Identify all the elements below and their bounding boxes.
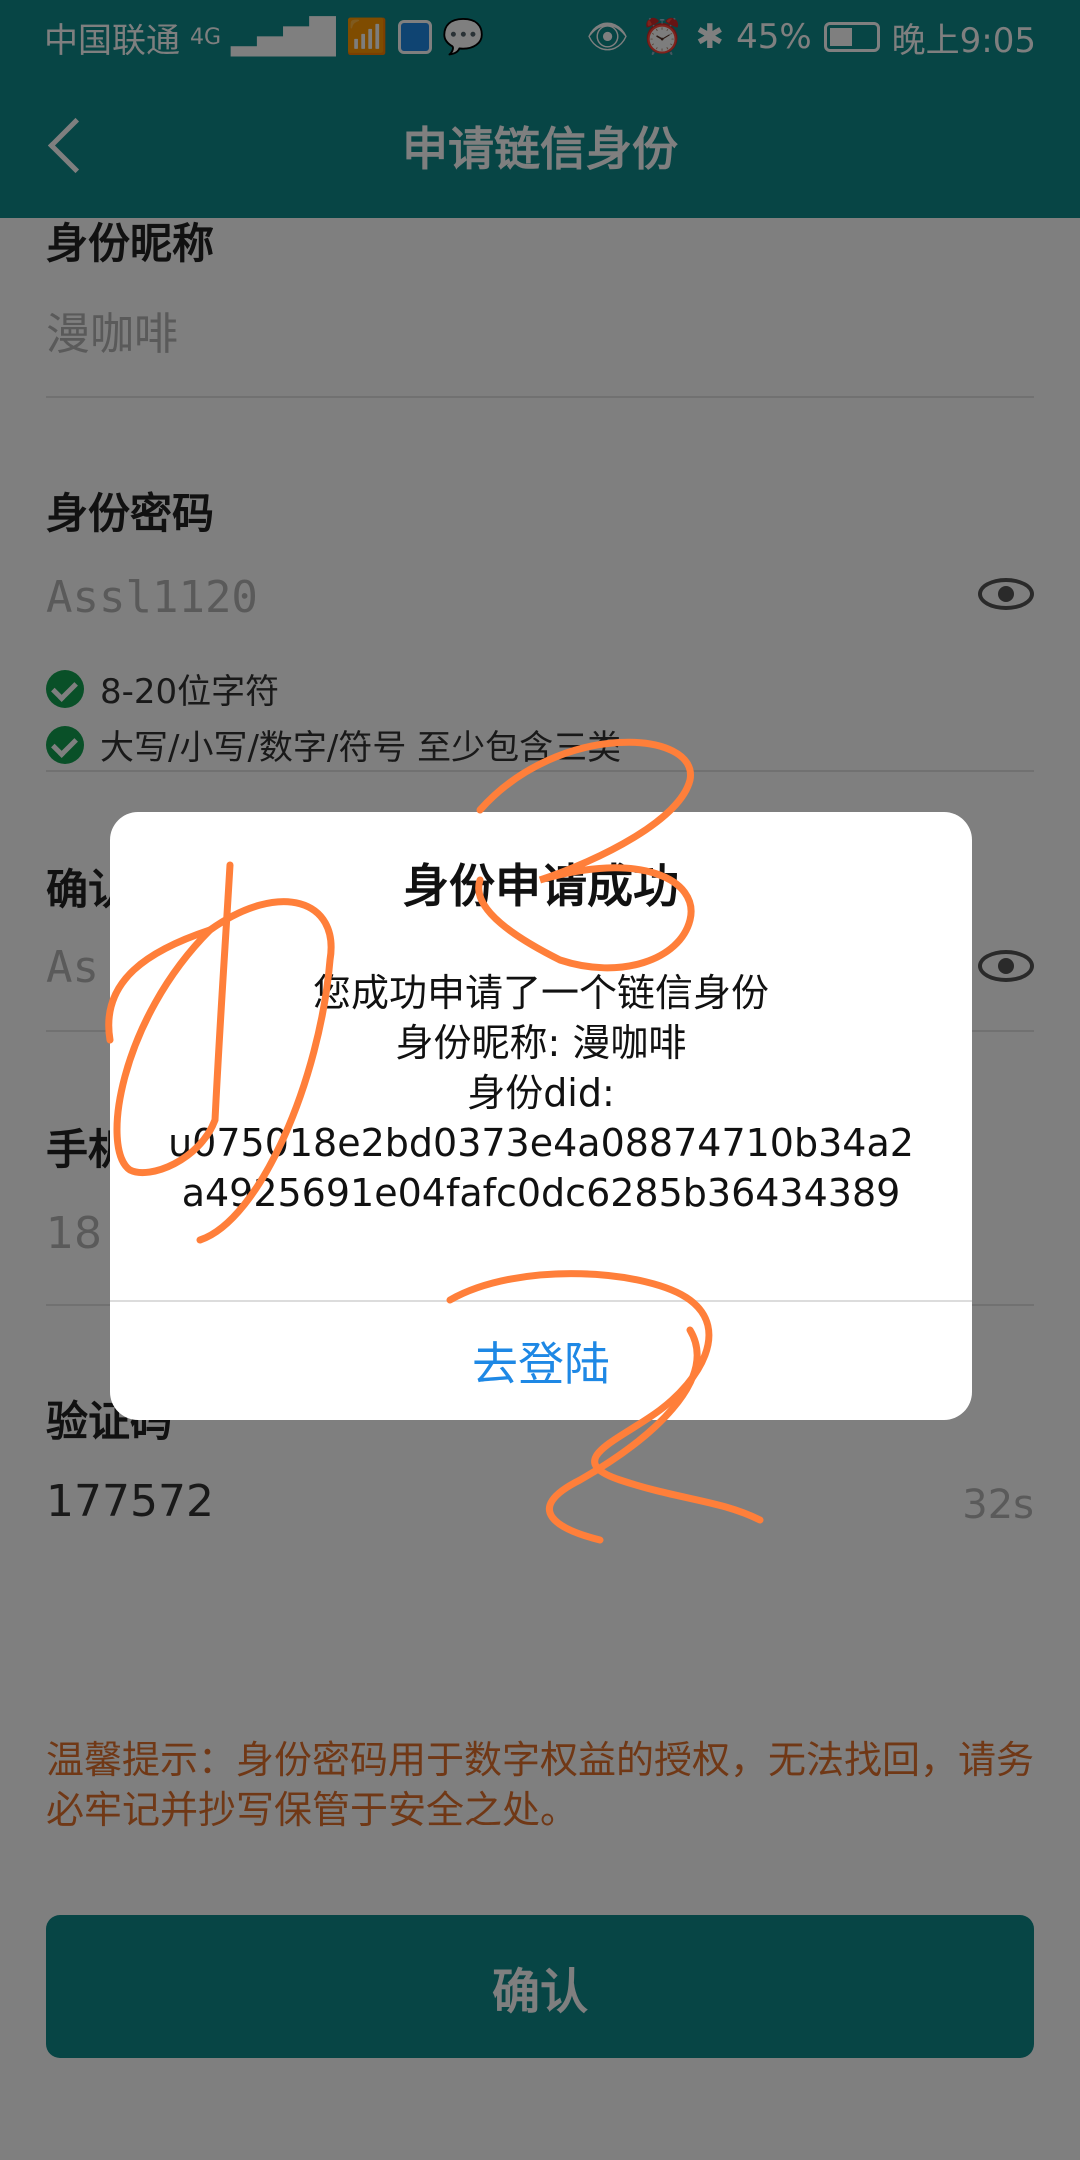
dialog-line: 身份did: <box>467 1071 615 1115</box>
dialog-line: 身份昵称: 漫咖啡 <box>395 1021 687 1065</box>
go-login-button[interactable]: 去登陆 <box>110 1302 972 1420</box>
dialog-line: 您成功申请了一个链信身份 <box>312 971 769 1015</box>
dialog-title: 身份申请成功 <box>403 859 679 913</box>
success-dialog: 身份申请成功 您成功申请了一个链信身份 身份昵称: 漫咖啡 身份did: u07… <box>110 812 972 1420</box>
dialog-did-line1: u075018e2bd0373e4a08874710b34a2 <box>168 1121 914 1165</box>
dialog-did-line2: a4925691e04fafc0dc6285b36434389 <box>181 1171 901 1215</box>
dialog-message: 您成功申请了一个链信身份 身份昵称: 漫咖啡 身份did: u075018e2b… <box>150 968 932 1218</box>
